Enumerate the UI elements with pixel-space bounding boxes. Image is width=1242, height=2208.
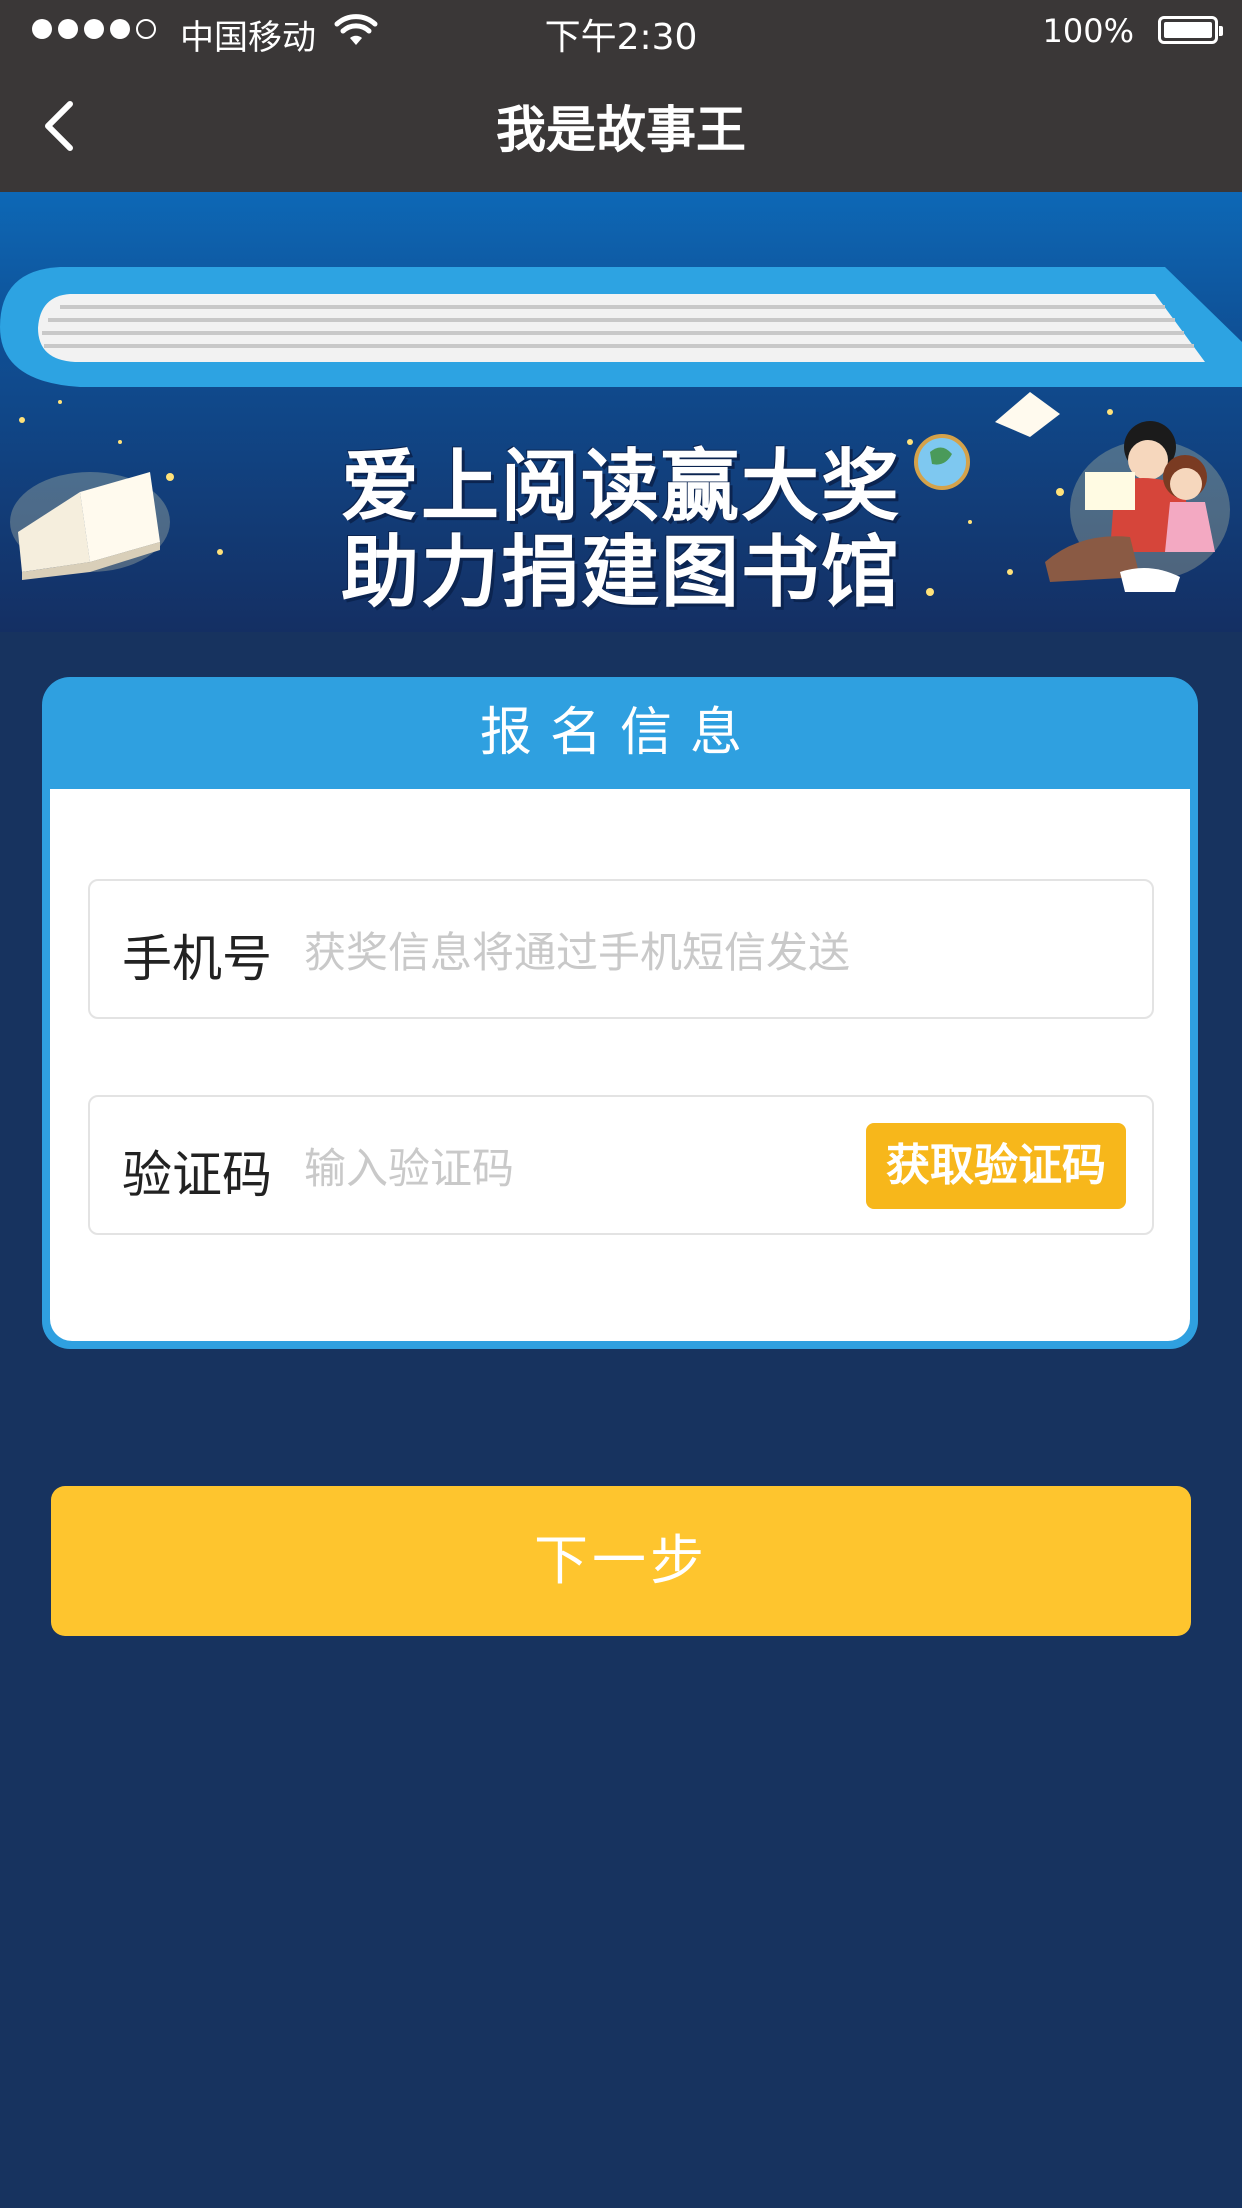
get-code-button[interactable]: 获取验证码: [866, 1123, 1126, 1209]
code-label: 验证码: [122, 1146, 272, 1204]
status-bar: 中国移动 下午2:30 100%: [0, 0, 1242, 60]
phone-label: 手机号: [122, 930, 272, 988]
card-title: 报名信息: [479, 703, 760, 763]
card-body: 手机号 验证码 获取验证码: [50, 789, 1190, 1341]
battery-icon: [1158, 16, 1223, 44]
next-button[interactable]: 下一步: [51, 1486, 1191, 1636]
signal-dots-icon: [32, 19, 156, 39]
back-button[interactable]: [30, 90, 100, 160]
promo-banner: 爱上阅读赢大奖 助力捐建图书馆: [0, 192, 1242, 632]
code-field: 验证码 获取验证码: [88, 1095, 1154, 1235]
battery-percent: 100%: [1042, 12, 1134, 50]
phone-input[interactable]: [302, 911, 1126, 993]
banner-headline-2: 助力捐建图书馆: [340, 528, 901, 618]
registration-card: 报名信息 手机号 验证码 获取验证码: [42, 677, 1198, 1349]
code-input[interactable]: [302, 1127, 866, 1209]
phone-field: 手机号: [88, 879, 1154, 1019]
chevron-left-icon: [45, 101, 73, 151]
nav-bar: 我是故事王: [0, 60, 1242, 192]
page-title: 我是故事王: [496, 101, 746, 159]
wifi-icon: [334, 14, 378, 52]
carrier-name: 中国移动: [180, 18, 316, 58]
